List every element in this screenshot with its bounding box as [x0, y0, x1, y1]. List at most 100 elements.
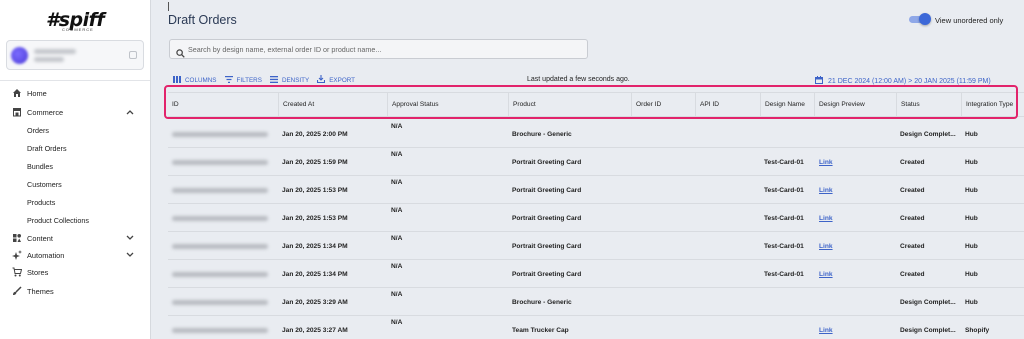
- cell-approval-status: N/A: [391, 319, 403, 326]
- download-icon: [317, 75, 326, 85]
- sidebar-item-customers[interactable]: Customers: [27, 180, 62, 189]
- design-preview-link[interactable]: Link: [819, 187, 833, 194]
- sidebar-item-content[interactable]: Content: [0, 230, 150, 246]
- account-chevron-icon: [129, 51, 137, 59]
- table-row[interactable]: Jan 20, 2025 1:53 PM N/A Portrait Greeting…: [168, 204, 1024, 232]
- sidebar-item-draft-orders[interactable]: Draft Orders: [27, 144, 67, 153]
- sidebar-item-label: Stores: [27, 267, 49, 277]
- sidebar-item-stores[interactable]: Stores: [0, 264, 150, 280]
- sidebar-item-label: Commerce: [27, 107, 64, 117]
- cell-design-name: Test-Card-01: [764, 271, 804, 278]
- table-row[interactable]: Jan 20, 2025 1:34 PM N/A Portrait Greeting…: [168, 260, 1024, 288]
- order-id-redacted[interactable]: [172, 300, 268, 305]
- cell-status: Created: [900, 215, 925, 222]
- sidebar-item-bundles[interactable]: Bundles: [27, 162, 53, 171]
- sidebar-item-label: Content: [27, 233, 53, 243]
- cell-integration-type: Hub: [965, 271, 978, 278]
- column-header-design-name[interactable]: Design Name: [760, 93, 814, 116]
- cell-product: Team Trucker Cap: [512, 327, 569, 334]
- cell-approval-status: N/A: [391, 123, 403, 130]
- export-label: EXPORT: [329, 76, 356, 84]
- chevron-down-icon[interactable]: [126, 234, 134, 243]
- density-icon: [269, 75, 278, 85]
- column-header-api-id[interactable]: API ID: [695, 93, 760, 116]
- cell-design-name: Test-Card-01: [764, 159, 804, 166]
- cell-product: Portrait Greeting Card: [512, 159, 582, 166]
- sidebar-item-products[interactable]: Products: [27, 198, 55, 207]
- column-header-design-preview[interactable]: Design Preview: [814, 93, 896, 116]
- order-id-redacted[interactable]: [172, 244, 268, 249]
- columns-button[interactable]: COLUMNS: [173, 75, 217, 85]
- cell-approval-status: N/A: [391, 179, 403, 186]
- home-icon: [12, 88, 22, 98]
- design-preview-link[interactable]: Link: [819, 159, 833, 166]
- design-preview-link[interactable]: Link: [819, 271, 833, 278]
- store-icon: [12, 107, 22, 117]
- cell-design-name: Test-Card-01: [764, 243, 804, 250]
- sidebar-item-product-collections[interactable]: Product Collections: [27, 216, 89, 225]
- date-range-picker[interactable]: 21 DEC 2024 (12:00 AM) > 20 JAN 2025 (11…: [815, 76, 991, 86]
- sidebar-item-themes[interactable]: Themes: [0, 283, 150, 299]
- cell-status: Created: [900, 187, 925, 194]
- export-button[interactable]: EXPORT: [317, 75, 355, 85]
- design-preview-link[interactable]: Link: [819, 215, 833, 222]
- order-id-redacted[interactable]: [172, 160, 268, 165]
- sparkle-icon: [12, 250, 22, 260]
- cell-status: Design Complet...: [900, 131, 956, 138]
- order-id-redacted[interactable]: [172, 188, 268, 193]
- toggle-knob: [919, 13, 931, 25]
- sidebar-divider: [0, 80, 150, 81]
- design-preview-link[interactable]: Link: [819, 327, 833, 334]
- cell-approval-status: N/A: [391, 263, 403, 270]
- cell-status: Created: [900, 243, 925, 250]
- cell-product: Portrait Greeting Card: [512, 215, 582, 222]
- chevron-up-icon[interactable]: [126, 108, 134, 117]
- sidebar-item-home[interactable]: Home: [0, 85, 150, 101]
- text-cursor: [168, 2, 169, 11]
- cell-created-at: Jan 20, 2025 1:59 PM: [282, 159, 348, 166]
- column-header-integration-type[interactable]: Integration Type: [961, 93, 1024, 116]
- column-header-created-at[interactable]: Created At: [278, 93, 387, 116]
- cell-product: Portrait Greeting Card: [512, 187, 582, 194]
- column-header-order-id[interactable]: Order ID: [631, 93, 695, 116]
- cell-approval-status: N/A: [391, 291, 403, 298]
- cell-integration-type: Shopify: [965, 327, 990, 334]
- search-input[interactable]: [188, 42, 578, 56]
- chevron-down-icon[interactable]: [126, 251, 134, 260]
- order-id-redacted[interactable]: [172, 216, 268, 221]
- table-row[interactable]: Jan 20, 2025 1:53 PM N/A Portrait Greeting…: [168, 176, 1024, 204]
- search-box[interactable]: [169, 39, 588, 59]
- date-range-label: 21 DEC 2024 (12:00 AM) > 20 JAN 2025 (11…: [828, 77, 991, 85]
- cell-status: Design Complet...: [900, 327, 956, 334]
- column-header-id[interactable]: ID: [168, 93, 278, 116]
- table-row[interactable]: Jan 20, 2025 3:29 AM N/A Brochure - Generi…: [168, 288, 1024, 316]
- column-header-product[interactable]: Product: [508, 93, 631, 116]
- table-row[interactable]: Jan 20, 2025 1:59 PM N/A Portrait Greeting…: [168, 148, 1024, 176]
- design-preview-link[interactable]: Link: [819, 243, 833, 250]
- view-unordered-toggle[interactable]: [909, 13, 931, 25]
- columns-label: COLUMNS: [185, 76, 217, 84]
- cell-integration-type: Hub: [965, 187, 978, 194]
- table-row[interactable]: Jan 20, 2025 2:00 PM N/A Brochure - Generi…: [168, 120, 1024, 148]
- column-header-status[interactable]: Status: [896, 93, 961, 116]
- sidebar-item-orders[interactable]: Orders: [27, 126, 49, 135]
- filters-button[interactable]: FILTERS: [224, 75, 262, 85]
- sidebar-item-label: Home: [27, 88, 47, 98]
- cell-integration-type: Hub: [965, 299, 978, 306]
- sidebar-item-automation[interactable]: Automation: [0, 247, 150, 263]
- order-id-redacted[interactable]: [172, 328, 268, 333]
- cell-product: Portrait Greeting Card: [512, 271, 582, 278]
- sidebar-item-commerce[interactable]: Commerce: [0, 104, 150, 120]
- avatar: [11, 47, 28, 64]
- order-id-redacted[interactable]: [172, 272, 268, 277]
- brush-icon: [12, 286, 22, 296]
- column-header-approval-status[interactable]: Approval Status: [387, 93, 508, 116]
- cell-created-at: Jan 20, 2025 2:00 PM: [282, 131, 348, 138]
- filters-label: FILTERS: [236, 76, 262, 84]
- table-row[interactable]: Jan 20, 2025 1:34 PM N/A Portrait Greeting…: [168, 232, 1024, 260]
- order-id-redacted[interactable]: [172, 132, 268, 137]
- density-button[interactable]: DENSITY: [269, 75, 309, 85]
- account-switcher[interactable]: [6, 40, 144, 70]
- table-row[interactable]: Jan 20, 2025 3:27 AM N/A Team Trucker Cap L…: [168, 316, 1024, 339]
- content-icon: [12, 233, 22, 243]
